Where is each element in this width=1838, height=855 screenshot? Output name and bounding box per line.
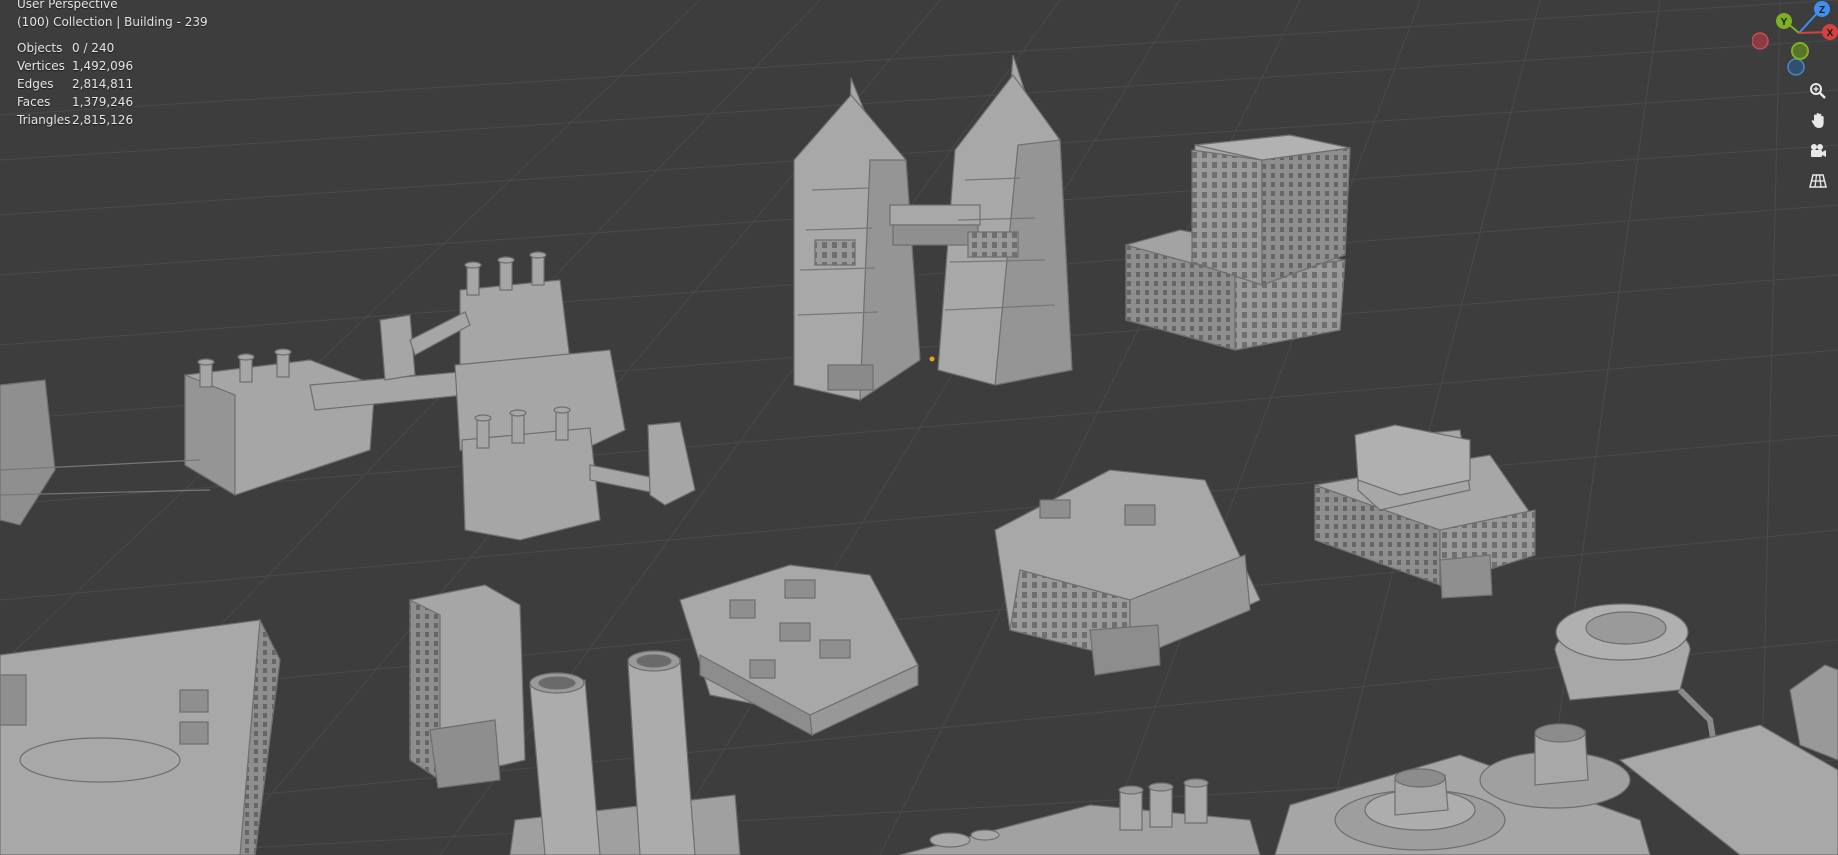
- stat-value: 1,379,246: [72, 95, 134, 109]
- camera-icon: [1811, 144, 1826, 157]
- collection-label: (100) Collection | Building - 239: [17, 15, 208, 29]
- camera-button[interactable]: [1803, 136, 1833, 166]
- stat-triangles: Triangles 2,815,126: [17, 111, 208, 129]
- axis-negative-x-handle[interactable]: [1752, 32, 1769, 50]
- origin-dot: [929, 356, 935, 362]
- stat-faces: Faces 1,379,246: [17, 93, 208, 111]
- stepped-building-model: [1314, 424, 1536, 599]
- stat-label: Triangles: [17, 113, 71, 127]
- stat-value: 1,492,096: [72, 59, 134, 73]
- stat-label: Faces: [17, 95, 51, 109]
- stat-objects: Objects 0 / 240: [17, 39, 208, 57]
- stat-value: 0 / 240: [72, 41, 115, 55]
- stat-edges: Edges 2,814,811: [17, 75, 208, 93]
- flat-roof-building-model: [0, 617, 281, 855]
- 3d-viewport[interactable]: User Perspective (100) Collection | Buil…: [0, 0, 1838, 855]
- stat-value: 2,815,126: [72, 113, 134, 127]
- zoom-button[interactable]: [1803, 76, 1833, 106]
- axis-z-label: Z: [1819, 5, 1825, 16]
- stat-value: 2,814,811: [72, 77, 134, 91]
- twin-towers-model: [793, 54, 1073, 402]
- navigation-gizmo[interactable]: Y Z X: [1752, 0, 1838, 76]
- warehouse-model: [679, 564, 919, 737]
- viewport-info-overlay: User Perspective (100) Collection | Buil…: [17, 0, 208, 129]
- axis-x-label: X: [1827, 28, 1834, 39]
- zoom-icon: [1810, 83, 1826, 99]
- pan-button[interactable]: [1803, 106, 1833, 136]
- perspective-toggle-button[interactable]: [1803, 166, 1833, 196]
- axis-negative-z-handle[interactable]: [1787, 58, 1805, 76]
- scene-render: [0, 0, 1838, 855]
- stat-label: Objects: [17, 41, 63, 55]
- hand-icon: [1811, 113, 1824, 128]
- scene-statistics: Objects 0 / 240 Vertices 1,492,096 Edges…: [17, 39, 208, 129]
- axis-y-label: Y: [1781, 17, 1788, 28]
- stat-label: Edges: [17, 77, 54, 91]
- small-building-model: [409, 584, 526, 789]
- perspective-label: User Perspective: [17, 0, 118, 11]
- industrial-base-model: [899, 778, 1261, 855]
- tank-facility-model: [1274, 603, 1838, 855]
- axis-negative-y-handle[interactable]: [1791, 42, 1809, 60]
- stat-label: Vertices: [17, 59, 65, 73]
- stat-vertices: Vertices 1,492,096: [17, 57, 208, 75]
- mid-building-model: [994, 469, 1261, 676]
- office-block-model: [1125, 134, 1351, 351]
- factory-complex-model: [0, 251, 696, 541]
- grid-icon: [1809, 174, 1827, 188]
